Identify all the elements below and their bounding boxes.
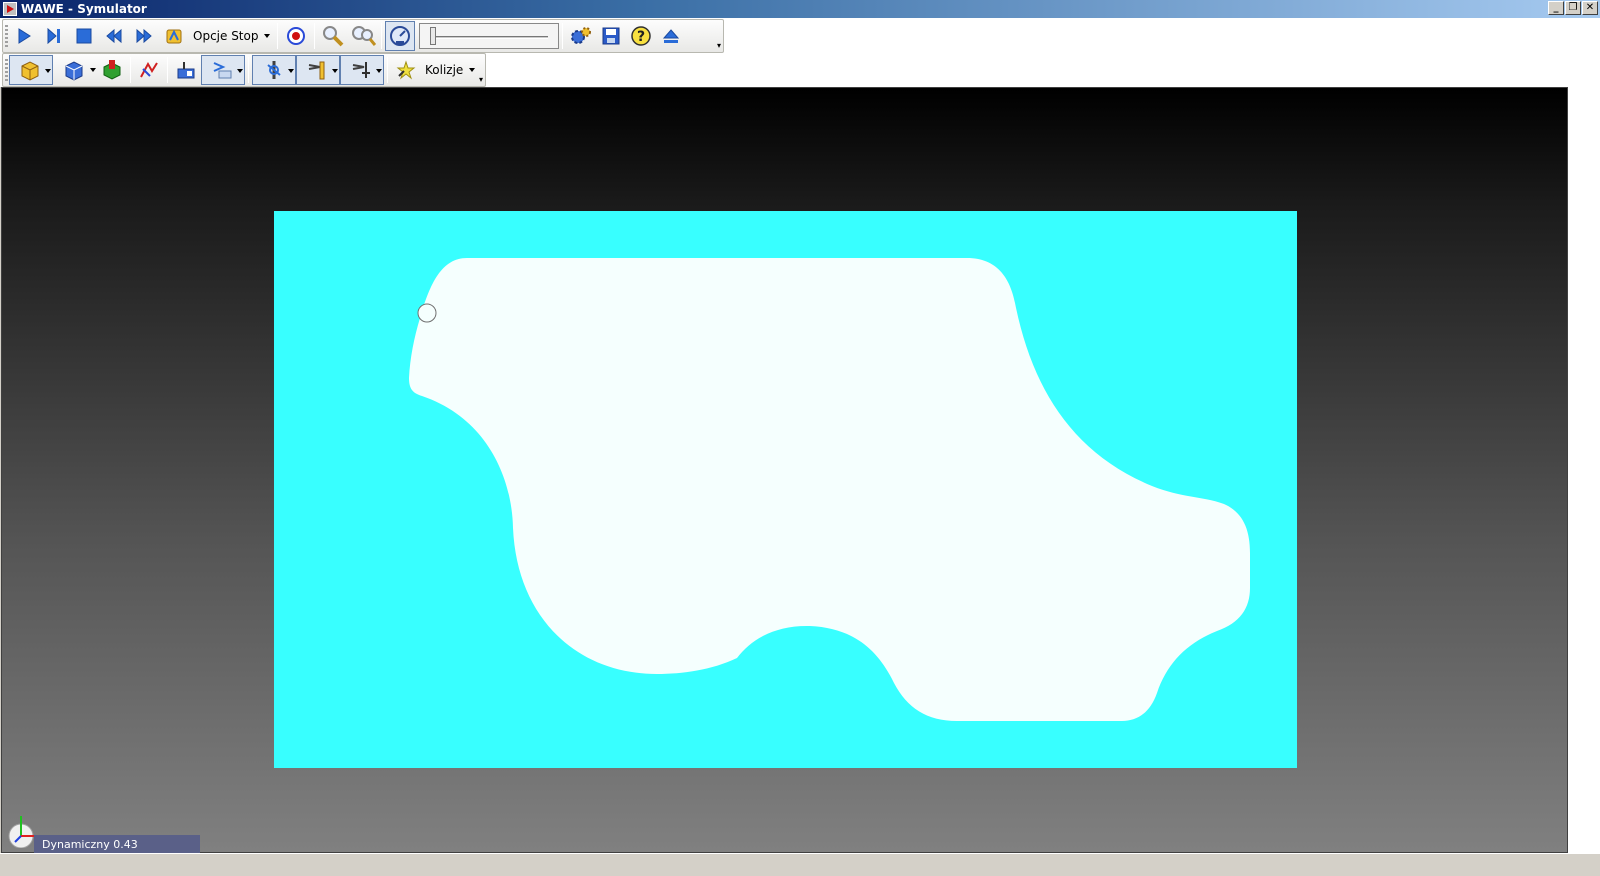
fast-forward-button[interactable] — [129, 21, 159, 51]
minimize-button[interactable]: _ — [1548, 1, 1564, 15]
settings-icon — [571, 27, 592, 44]
toolbar-separator — [248, 57, 249, 83]
toolbar-separator — [277, 23, 279, 49]
record-icon — [287, 27, 306, 45]
chevron-down-icon — [288, 69, 294, 73]
toolbar-separator — [167, 57, 168, 83]
chevron-down-icon — [332, 69, 338, 73]
part-box-icon — [65, 61, 83, 81]
section-view-button[interactable] — [201, 55, 245, 85]
zoom-fit-icon — [352, 26, 377, 46]
toolbar-overflow-icon[interactable]: ▾ — [477, 75, 485, 85]
view-toolbar: Kolizje ▾ — [2, 53, 486, 87]
right-panel-edge — [1568, 87, 1600, 853]
fixture-view-button[interactable] — [97, 55, 127, 85]
chevron-down-icon — [376, 69, 382, 73]
app-icon — [3, 2, 17, 16]
part-view-button[interactable] — [53, 55, 97, 85]
holder-view-button[interactable] — [296, 55, 340, 85]
speed-gauge-icon — [390, 26, 411, 46]
stop-button[interactable] — [69, 21, 99, 51]
rewind-icon — [106, 28, 122, 44]
close-button[interactable]: ✕ — [1582, 1, 1598, 15]
machine-icon — [177, 62, 195, 79]
zoom-icon — [323, 26, 344, 47]
restore-button[interactable]: ❐ — [1565, 1, 1581, 15]
chevron-down-icon — [264, 34, 271, 38]
record-button[interactable] — [281, 21, 311, 51]
simulation-toolbar: Opcje Stop ? ▾ — [2, 19, 724, 53]
cutting-tool — [417, 303, 437, 323]
speed-button[interactable] — [385, 21, 416, 51]
stock-box-icon — [21, 61, 39, 81]
chevron-down-icon — [45, 69, 51, 73]
collision-star-icon — [396, 60, 416, 80]
stock-view-button[interactable] — [9, 55, 53, 85]
slider-track — [432, 36, 549, 39]
eject-icon — [663, 29, 680, 43]
window-title: WAWE - Symulator — [21, 2, 147, 16]
toolbar-grip[interactable] — [5, 59, 8, 81]
toolpath-icon — [140, 61, 158, 78]
fast-forward-icon — [136, 28, 152, 44]
chevron-down-icon — [90, 68, 96, 72]
save-button[interactable] — [596, 21, 626, 51]
zoom-button[interactable] — [318, 21, 348, 51]
stop-options-icon — [166, 29, 182, 44]
step-icon — [47, 27, 60, 45]
stop-icon — [76, 28, 92, 44]
collisions-label: Kolizje — [425, 63, 464, 77]
play-button[interactable] — [9, 21, 39, 51]
toolbar-separator — [562, 23, 564, 49]
slider-thumb[interactable] — [430, 27, 437, 45]
toolbar-area: Opcje Stop ? ▾ Kolizje ▾ — [0, 18, 1600, 87]
toolbar-separator — [387, 57, 388, 83]
help-icon: ? — [631, 26, 652, 46]
collisions-icon-button[interactable] — [391, 55, 421, 85]
toolbar-overflow-icon[interactable]: ▾ — [715, 41, 723, 51]
toolbar-grip[interactable] — [5, 25, 8, 47]
help-button[interactable]: ? — [626, 21, 656, 51]
toolbar-separator — [130, 57, 131, 83]
window-title-bar: WAWE - Symulator _ ❐ ✕ — [0, 0, 1600, 18]
spindle-icon — [352, 62, 370, 78]
save-icon — [602, 27, 620, 45]
holder-icon — [308, 61, 325, 80]
step-button[interactable] — [39, 21, 69, 51]
chevron-down-icon — [237, 69, 243, 73]
svg-text:?: ? — [637, 29, 645, 45]
toolbar-separator — [381, 23, 383, 49]
spindle-view-button[interactable] — [340, 55, 384, 85]
stop-options-label: Opcje Stop — [193, 29, 259, 43]
eject-button[interactable] — [656, 21, 686, 51]
toolbar-separator — [314, 23, 316, 49]
stop-options-icon-button[interactable] — [159, 21, 189, 51]
fixture-icon — [103, 60, 121, 80]
toolpath-button[interactable] — [134, 55, 164, 85]
section-icon — [213, 62, 232, 79]
collisions-dropdown[interactable]: Kolizje — [421, 63, 479, 77]
settings-button[interactable] — [566, 21, 596, 51]
zoom-fit-button[interactable] — [348, 21, 378, 51]
speed-slider[interactable] — [419, 23, 560, 49]
scene-canvas[interactable] — [2, 88, 1569, 854]
rewind-button[interactable] — [99, 21, 129, 51]
tool-view-button[interactable] — [252, 55, 296, 85]
stop-options-dropdown[interactable]: Opcje Stop — [189, 29, 274, 43]
simulation-viewport[interactable]: Dynamiczny 0.43 — [1, 87, 1568, 853]
machine-view-button[interactable] — [171, 55, 201, 85]
window-bottom-border — [0, 853, 1600, 876]
play-icon — [18, 28, 31, 44]
chevron-down-icon — [469, 68, 476, 72]
status-text: Dynamiczny 0.43 — [42, 837, 138, 851]
window-controls: _ ❐ ✕ — [1548, 1, 1598, 15]
tool-icon — [267, 61, 281, 79]
simulation-status: Dynamiczny 0.43 — [34, 835, 200, 853]
